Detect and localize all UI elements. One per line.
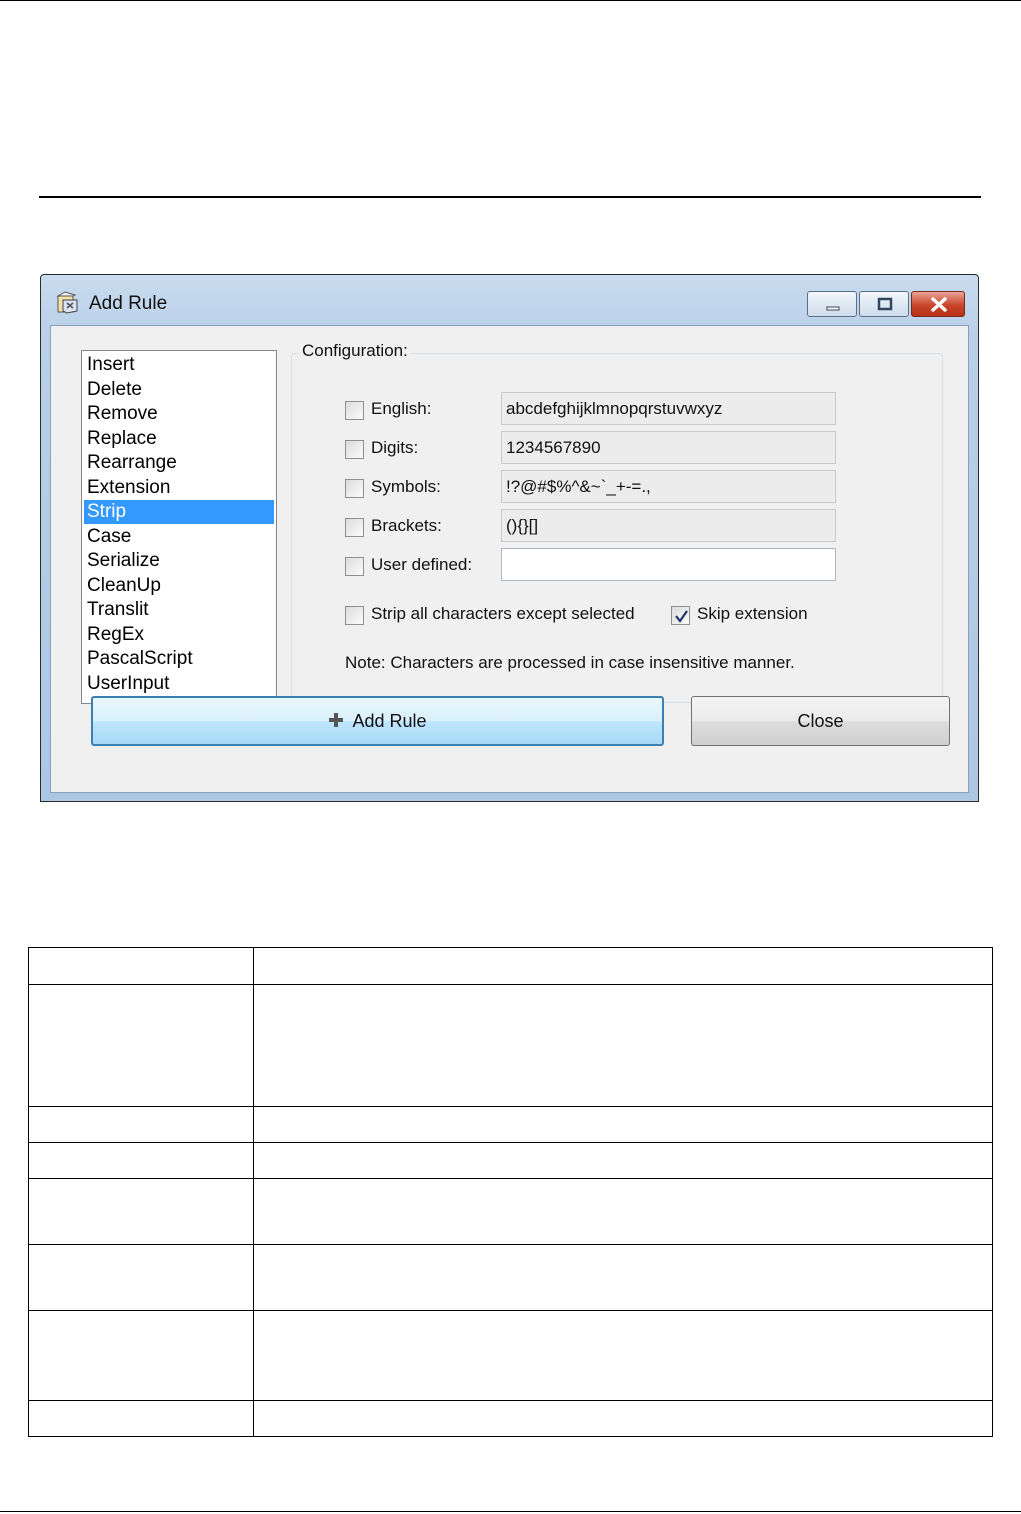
user-defined-label: User defined: bbox=[371, 555, 473, 574]
table-cell bbox=[28, 947, 254, 985]
checkmark-icon bbox=[675, 610, 688, 623]
rule-item-remove[interactable]: Remove bbox=[84, 402, 274, 426]
minimize-icon bbox=[826, 306, 840, 311]
table-cell bbox=[253, 1178, 993, 1245]
page-top-rule bbox=[0, 0, 1021, 1]
minimize-button[interactable] bbox=[807, 291, 857, 317]
table-cell bbox=[28, 1178, 254, 1245]
brackets-field[interactable] bbox=[501, 509, 836, 542]
case-insensitive-note: Note: Characters are processed in case i… bbox=[345, 653, 795, 672]
english-label: English: bbox=[371, 399, 432, 418]
rule-item-translit[interactable]: Translit bbox=[84, 598, 274, 622]
rule-item-regex[interactable]: RegEx bbox=[84, 623, 274, 647]
table-row bbox=[28, 1106, 993, 1143]
maximize-button[interactable] bbox=[859, 291, 909, 317]
table-cell bbox=[28, 1244, 254, 1311]
table-cell bbox=[28, 1400, 254, 1437]
configuration-legend: Configuration: bbox=[299, 341, 411, 361]
table-cell bbox=[28, 1142, 254, 1179]
rule-item-delete[interactable]: Delete bbox=[84, 378, 274, 402]
table-row bbox=[28, 984, 993, 1107]
rule-item-userinput[interactable]: UserInput bbox=[84, 672, 274, 696]
brackets-checkbox[interactable] bbox=[345, 518, 364, 537]
plus-icon bbox=[329, 713, 344, 727]
table-row bbox=[28, 1310, 993, 1401]
parameters-table bbox=[28, 947, 993, 1437]
rule-item-pascalscript[interactable]: PascalScript bbox=[84, 647, 274, 671]
symbols-checkbox[interactable] bbox=[345, 479, 364, 498]
rule-list[interactable]: Insert Delete Remove Replace Rearrange E… bbox=[81, 350, 277, 704]
table-row bbox=[28, 947, 993, 985]
table-row bbox=[28, 1244, 993, 1311]
user-defined-checkbox[interactable] bbox=[345, 557, 364, 576]
app-icon bbox=[56, 291, 78, 314]
rule-item-insert[interactable]: Insert bbox=[84, 353, 274, 377]
section-rule bbox=[39, 196, 981, 198]
rule-item-rearrange[interactable]: Rearrange bbox=[84, 451, 274, 475]
table-cell bbox=[253, 984, 993, 1107]
digits-label: Digits: bbox=[371, 438, 419, 457]
rule-item-case[interactable]: Case bbox=[84, 525, 274, 549]
table-row bbox=[28, 1400, 993, 1437]
add-rule-label: Add Rule bbox=[352, 711, 427, 731]
symbols-label: Symbols: bbox=[371, 477, 441, 496]
close-label: Close bbox=[797, 711, 844, 731]
table-row bbox=[28, 1178, 993, 1245]
table-cell bbox=[28, 1106, 254, 1143]
table-cell bbox=[253, 1400, 993, 1437]
table-cell bbox=[253, 1106, 993, 1143]
strip-all-except-label: Strip all characters except selected bbox=[371, 604, 635, 623]
skip-extension-label: Skip extension bbox=[697, 604, 808, 623]
close-button[interactable]: Close bbox=[691, 696, 950, 746]
symbols-field[interactable] bbox=[501, 470, 836, 503]
add-rule-button[interactable]: Add Rule bbox=[91, 696, 664, 746]
english-field[interactable] bbox=[501, 392, 836, 425]
table-cell bbox=[253, 1310, 993, 1401]
rule-item-extension[interactable]: Extension bbox=[84, 476, 274, 500]
dialog-client-area: Insert Delete Remove Replace Rearrange E… bbox=[50, 325, 969, 793]
add-rule-dialog: Add Rule Insert Delete Remove Replace Re… bbox=[40, 274, 979, 802]
user-defined-field[interactable] bbox=[501, 548, 836, 581]
window-title: Add Rule bbox=[89, 293, 168, 314]
table-cell bbox=[253, 1142, 993, 1179]
english-checkbox[interactable] bbox=[345, 401, 364, 420]
table-cell bbox=[28, 984, 254, 1107]
skip-extension-checkbox[interactable] bbox=[671, 606, 690, 625]
rule-item-cleanup[interactable]: CleanUp bbox=[84, 574, 274, 598]
title-bar[interactable]: Add Rule bbox=[41, 275, 978, 325]
page-bottom-rule bbox=[0, 1511, 1021, 1512]
rule-item-serialize[interactable]: Serialize bbox=[84, 549, 274, 573]
table-cell bbox=[253, 1244, 993, 1311]
strip-all-except-checkbox[interactable] bbox=[345, 606, 364, 625]
brackets-label: Brackets: bbox=[371, 516, 442, 535]
maximize-icon bbox=[877, 297, 893, 311]
table-cell bbox=[253, 947, 993, 985]
digits-checkbox[interactable] bbox=[345, 440, 364, 459]
close-icon bbox=[931, 297, 947, 312]
rule-item-replace[interactable]: Replace bbox=[84, 427, 274, 451]
digits-field[interactable] bbox=[501, 431, 836, 464]
table-cell bbox=[28, 1310, 254, 1401]
close-window-button[interactable] bbox=[911, 291, 965, 317]
table-row bbox=[28, 1142, 993, 1179]
rule-item-strip[interactable]: Strip bbox=[84, 500, 274, 524]
